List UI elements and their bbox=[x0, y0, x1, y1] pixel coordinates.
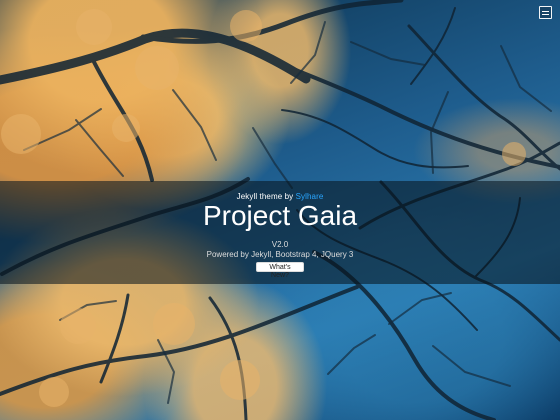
version-text: V2.0 bbox=[271, 240, 289, 249]
whats-new-button[interactable]: What's New? bbox=[256, 262, 304, 279]
hero-banner: Jekyll theme by Sylhare Project Gaia V2.… bbox=[0, 181, 560, 284]
menu-button[interactable] bbox=[539, 6, 552, 19]
powered-by-text: Powered by Jekyll, Bootstrap 4, JQuery 3 bbox=[206, 250, 354, 259]
site-title: Project Gaia bbox=[202, 200, 358, 231]
